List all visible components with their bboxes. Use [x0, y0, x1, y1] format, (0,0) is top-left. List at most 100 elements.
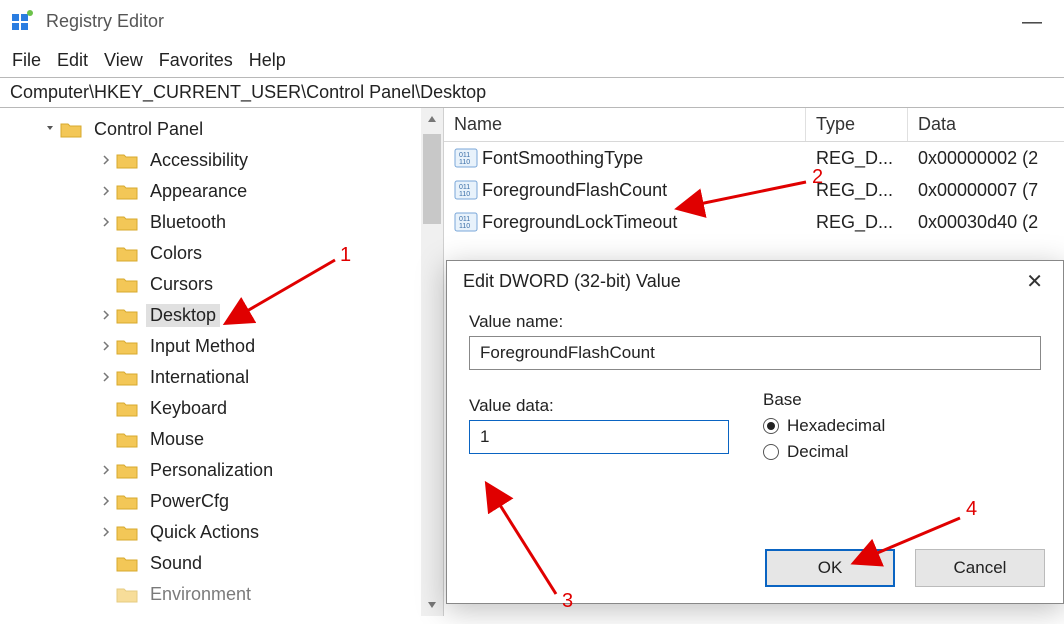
tree-item-colors[interactable]: Colors	[70, 238, 443, 269]
tree-item-sound[interactable]: Sound	[70, 548, 443, 579]
radio-decimal[interactable]: Decimal	[763, 442, 1041, 462]
tree-pane: Control Panel Accessibility Appearance Blu…	[0, 108, 444, 616]
folder-icon	[116, 307, 138, 325]
menu-view[interactable]: View	[104, 50, 143, 71]
folder-icon	[116, 493, 138, 511]
cell-name: 011 110 FontSmoothingType	[444, 148, 806, 169]
tree-item-cursors[interactable]: Cursors	[70, 269, 443, 300]
chevron-right-icon[interactable]	[98, 216, 114, 230]
menu-favorites[interactable]: Favorites	[159, 50, 233, 71]
cell-type: REG_D...	[806, 212, 908, 233]
tree-item-quick-actions[interactable]: Quick Actions	[70, 517, 443, 548]
chevron-right-icon[interactable]	[98, 309, 114, 323]
value-data-label: Value data:	[469, 396, 739, 416]
tree-item-label: Bluetooth	[146, 211, 230, 234]
tree-item-label: Input Method	[146, 335, 259, 358]
tree-item-bluetooth[interactable]: Bluetooth	[70, 207, 443, 238]
scroll-down-button[interactable]	[421, 594, 443, 616]
scroll-thumb[interactable]	[423, 134, 441, 224]
ok-button[interactable]: OK	[765, 549, 895, 587]
cancel-button[interactable]: Cancel	[915, 549, 1045, 587]
list-row[interactable]: 011 110 FontSmoothingTypeREG_D...0x00000…	[444, 142, 1064, 174]
chevron-right-icon[interactable]	[98, 185, 114, 199]
chevron-down-icon[interactable]	[42, 122, 58, 137]
value-data-text: 1	[480, 427, 489, 446]
tree-item-environment[interactable]: Environment	[70, 579, 443, 610]
list-row[interactable]: 011 110 ForegroundLockTimeoutREG_D...0x0…	[444, 206, 1064, 238]
tree-item-keyboard[interactable]: Keyboard	[70, 393, 443, 424]
menu-help[interactable]: Help	[249, 50, 286, 71]
folder-icon	[116, 276, 138, 294]
radio-hex-label: Hexadecimal	[787, 416, 885, 436]
tree-item-label: Quick Actions	[146, 521, 263, 544]
cell-data: 0x00000002 (2	[908, 148, 1064, 169]
folder-icon	[116, 369, 138, 387]
folder-icon	[116, 431, 138, 449]
tree-item-accessibility[interactable]: Accessibility	[70, 145, 443, 176]
chevron-right-icon[interactable]	[98, 495, 114, 509]
value-name-text: ForegroundFlashCount	[480, 343, 655, 362]
svg-text:110: 110	[459, 159, 470, 166]
value-data-input[interactable]: 1	[469, 420, 729, 454]
chevron-right-icon[interactable]	[98, 371, 114, 385]
radio-icon	[763, 444, 779, 460]
value-name-label: Value name:	[469, 312, 1041, 332]
tree-item-label: Environment	[146, 583, 255, 606]
folder-icon	[116, 462, 138, 480]
tree-item-label: Sound	[146, 552, 206, 575]
column-header-type[interactable]: Type	[806, 108, 908, 141]
scroll-up-button[interactable]	[421, 108, 443, 130]
list-body: 011 110 FontSmoothingTypeREG_D...0x00000…	[444, 142, 1064, 238]
tree-root-control-panel[interactable]: Control Panel	[42, 114, 443, 145]
menu-edit[interactable]: Edit	[57, 50, 88, 71]
tree-item-label: Keyboard	[146, 397, 231, 420]
edit-dword-dialog: Edit DWORD (32-bit) Value ✕ Value name: …	[446, 260, 1064, 604]
tree-item-label: Accessibility	[146, 149, 252, 172]
radio-icon	[763, 418, 779, 434]
list-row[interactable]: 011 110 ForegroundFlashCountREG_D...0x00…	[444, 174, 1064, 206]
chevron-right-icon[interactable]	[98, 340, 114, 354]
cell-data: 0x00000007 (7	[908, 180, 1064, 201]
folder-icon	[116, 586, 138, 604]
radio-hexadecimal[interactable]: Hexadecimal	[763, 416, 1041, 436]
tree-item-desktop[interactable]: Desktop	[70, 300, 443, 331]
tree-item-personalization[interactable]: Personalization	[70, 455, 443, 486]
menu-file[interactable]: File	[12, 50, 41, 71]
cell-name: 011 110 ForegroundFlashCount	[444, 180, 806, 201]
svg-text:011: 011	[459, 184, 470, 191]
tree-item-appearance[interactable]: Appearance	[70, 176, 443, 207]
value-name-field[interactable]: ForegroundFlashCount	[469, 336, 1041, 370]
dword-value-icon: 011 110	[454, 148, 478, 168]
folder-icon	[116, 245, 138, 263]
folder-icon	[116, 338, 138, 356]
tree-item-international[interactable]: International	[70, 362, 443, 393]
app-title: Registry Editor	[46, 11, 1022, 32]
svg-text:011: 011	[459, 152, 470, 159]
tree-item-mouse[interactable]: Mouse	[70, 424, 443, 455]
list-header: Name Type Data	[444, 108, 1064, 142]
address-bar[interactable]: Computer\HKEY_CURRENT_USER\Control Panel…	[0, 77, 1064, 108]
folder-icon	[116, 400, 138, 418]
folder-icon	[116, 214, 138, 232]
column-header-name[interactable]: Name	[444, 108, 806, 141]
address-text: Computer\HKEY_CURRENT_USER\Control Panel…	[10, 82, 486, 102]
chevron-right-icon[interactable]	[98, 464, 114, 478]
tree-label: Control Panel	[90, 118, 207, 141]
menubar: File Edit View Favorites Help	[0, 44, 1064, 77]
registry-editor-icon	[10, 10, 34, 34]
minimize-button[interactable]: —	[1022, 12, 1042, 32]
tree-item-label: Mouse	[146, 428, 208, 451]
tree-scrollbar[interactable]	[421, 108, 443, 616]
close-icon[interactable]: ✕	[1022, 272, 1047, 292]
cancel-label: Cancel	[954, 558, 1007, 578]
tree-item-label: Cursors	[146, 273, 217, 296]
tree-item-label: Appearance	[146, 180, 251, 203]
cell-data: 0x00030d40 (2	[908, 212, 1064, 233]
column-header-data[interactable]: Data	[908, 108, 1064, 141]
tree: Control Panel Accessibility Appearance Blu…	[0, 114, 443, 610]
tree-item-powercfg[interactable]: PowerCfg	[70, 486, 443, 517]
tree-item-input-method[interactable]: Input Method	[70, 331, 443, 362]
chevron-right-icon[interactable]	[98, 154, 114, 168]
registry-editor-window: Registry Editor — File Edit View Favorit…	[0, 0, 1064, 624]
chevron-right-icon[interactable]	[98, 526, 114, 540]
